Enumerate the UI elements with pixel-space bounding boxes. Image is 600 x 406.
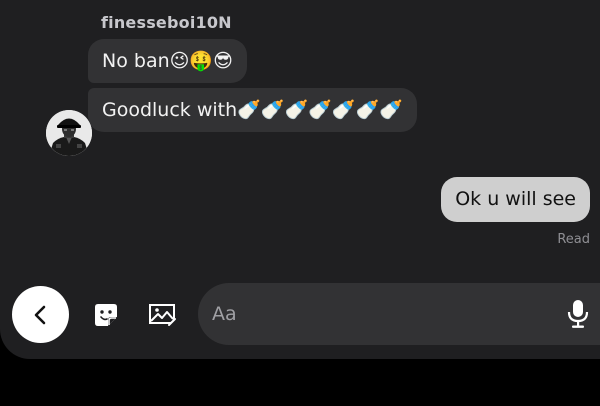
sender-name: finesseboi10N [101,13,232,32]
message-input[interactable] [212,283,542,345]
outgoing-message-bubble[interactable]: Ok u will see [441,177,590,222]
message-text: Goodluck with🍼🍼🍼🍼🍼🍼🍼 [102,99,403,121]
message-text: Ok u will see [455,188,576,210]
image-icon [149,304,176,326]
messaging-app: finesseboi10N No ban😉🤑😎 Goodluck with🍼🍼🍼… [0,0,600,359]
sender-avatar[interactable] [46,110,92,156]
incoming-message-bubble[interactable]: No ban😉🤑😎 [88,39,247,83]
message-composer [198,283,600,345]
microphone-icon [567,300,589,328]
incoming-message-bubble[interactable]: Goodluck with🍼🍼🍼🍼🍼🍼🍼 [88,88,417,132]
sticker-button[interactable] [89,298,123,332]
read-receipt: Read [557,232,590,247]
image-button[interactable] [146,298,180,332]
message-text: No ban😉🤑😎 [102,50,233,72]
chevron-left-icon [34,305,45,324]
sticker-icon [95,304,117,326]
back-button[interactable] [12,286,69,343]
avatar-image [46,110,92,156]
mic-button[interactable] [566,299,590,329]
